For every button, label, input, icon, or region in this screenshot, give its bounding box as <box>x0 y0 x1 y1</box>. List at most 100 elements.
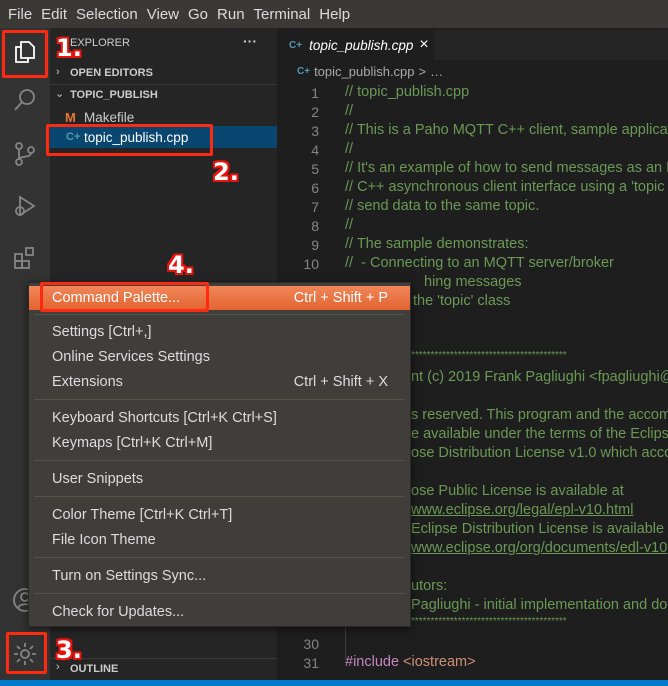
line-number: 2 <box>311 104 319 120</box>
menu-item-file-icon-theme[interactable]: File Icon Theme <box>29 528 410 552</box>
tab-label: topic_publish.cpp <box>309 37 414 53</box>
code-line: // This is a Paho MQTT C++ client, sampl… <box>345 122 668 138</box>
search-icon[interactable] <box>0 76 50 124</box>
item-label: Settings [Ctrl+,] <box>52 324 152 340</box>
annotation-step-4: 4. <box>168 251 194 279</box>
breadcrumb-file[interactable]: topic_publish.cpp <box>314 64 414 79</box>
menu-item-user-snippets[interactable]: User Snippets <box>29 467 410 491</box>
line-number: 1 <box>311 85 319 101</box>
line-number: 4 <box>311 142 319 158</box>
extensions-icon[interactable] <box>0 234 50 282</box>
item-label: Color Theme [Ctrl+K Ctrl+T] <box>52 507 233 523</box>
file-name: Makefile <box>84 109 135 125</box>
code-line: Pagliughi - initial implementation and d… <box>411 597 668 613</box>
open-editors-label: OPEN EDITORS <box>70 67 153 79</box>
annotation-box-explorer <box>2 30 48 78</box>
annotation-box-command-palette <box>40 282 209 312</box>
link-epl[interactable]: www.eclipse.org/legal/epl-v10.html <box>411 502 633 518</box>
item-label: User Snippets <box>52 471 144 487</box>
menu-item-keymaps[interactable]: Keymaps [Ctrl+K Ctrl+M] <box>29 431 410 455</box>
more-actions-icon[interactable]: ··· <box>243 33 257 49</box>
code-line: **************************************** <box>411 616 567 627</box>
open-editors-section[interactable]: › OPEN EDITORS <box>50 64 277 82</box>
breadcrumb-symbol[interactable]: … <box>430 64 443 79</box>
source-control-icon[interactable] <box>0 130 50 178</box>
folder-topic-publish[interactable]: ⌄ TOPIC_PUBLISH <box>50 86 277 104</box>
outline-section[interactable]: › OUTLINE <box>50 660 277 678</box>
code-line: // It's an example of how to send messag… <box>345 160 668 176</box>
menu-selection[interactable]: Selection <box>72 6 143 23</box>
code-line: // C++ asynchronous client interface usi… <box>345 179 665 195</box>
menu-file[interactable]: File <box>4 6 37 23</box>
menu-item-check-updates[interactable]: Check for Updates... <box>29 600 410 624</box>
tab-topic-publish-cpp[interactable]: C+ topic_publish.cpp × <box>277 30 434 60</box>
menu-item-keyboard-shortcuts[interactable]: Keyboard Shortcuts [Ctrl+K Ctrl+S] <box>29 406 410 430</box>
code-line: the 'topic' class <box>413 293 511 309</box>
cpp-file-icon: C+ <box>289 39 303 51</box>
annotation-box-file <box>46 124 213 156</box>
code-line: ose Distribution License v1.0 which acco <box>411 445 668 461</box>
menu-separator <box>34 314 405 315</box>
code-line: **************************************** <box>411 350 567 361</box>
menu-separator <box>34 399 405 400</box>
annotation-step-1: 1. <box>56 34 82 62</box>
chevron-right-icon: › <box>56 66 60 78</box>
breadcrumb-separator: > <box>418 64 427 79</box>
item-label: Online Services Settings <box>52 349 210 365</box>
makefile-icon: M <box>65 109 76 125</box>
item-label: Check for Updates... <box>52 604 185 620</box>
chevron-down-icon: ⌄ <box>55 88 65 100</box>
line-number: 30 <box>303 636 319 652</box>
menu-item-online-services-settings[interactable]: Online Services Settings <box>29 345 410 369</box>
code-line: // - Connecting to an MQTT server/broker <box>345 255 614 271</box>
divider <box>50 84 277 85</box>
menu-help[interactable]: Help <box>315 6 355 23</box>
manage-context-menu: Command Palette... Ctrl + Shift + P Setti… <box>28 282 411 627</box>
status-bar <box>0 680 668 686</box>
line-number: 9 <box>311 237 319 253</box>
item-label: File Icon Theme <box>52 532 156 548</box>
code-line: utors: <box>411 578 448 594</box>
link-edl[interactable]: www.eclipse.org/org/documents/edl-v10 <box>411 540 667 556</box>
annotation-box-gear <box>6 632 47 674</box>
item-label: Keyboard Shortcuts [Ctrl+K Ctrl+S] <box>52 410 277 426</box>
code-line: hing messages <box>424 274 522 290</box>
menu-item-extensions[interactable]: Extensions Ctrl + Shift + X <box>29 370 410 394</box>
menu-view[interactable]: View <box>143 6 184 23</box>
code-line: Eclipse Distribution License is availabl… <box>411 521 665 537</box>
item-label: Extensions <box>52 374 123 390</box>
menu-separator <box>34 593 405 594</box>
menu-terminal[interactable]: Terminal <box>250 6 316 23</box>
menu-item-settings[interactable]: Settings [Ctrl+,] <box>29 320 410 344</box>
item-label: Turn on Settings Sync... <box>52 568 207 584</box>
line-number: 8 <box>311 218 319 234</box>
code-line: // <box>345 217 354 233</box>
line-number: 6 <box>311 180 319 196</box>
code-line: nt (c) 2019 Frank Pagliughi <fpagliughi@ <box>411 369 668 385</box>
menu-run[interactable]: Run <box>213 6 250 23</box>
code-line: e available under the terms of the Eclip… <box>411 426 668 442</box>
code-line: #include <iostream> <box>345 654 476 670</box>
menu-item-settings-sync[interactable]: Turn on Settings Sync... <box>29 564 410 588</box>
run-debug-icon[interactable] <box>0 182 50 230</box>
folder-label: TOPIC_PUBLISH <box>70 89 158 101</box>
menu-go[interactable]: Go <box>184 6 213 23</box>
annotation-step-3: 3. <box>56 636 82 664</box>
menu-item-color-theme[interactable]: Color Theme [Ctrl+K Ctrl+T] <box>29 503 410 527</box>
item-label: Keymaps [Ctrl+K Ctrl+M] <box>52 435 213 451</box>
code-line: // topic_publish.cpp <box>345 84 470 100</box>
code-line: // <box>345 103 354 119</box>
include-header: <iostream> <box>403 654 476 670</box>
code-line: ose Public License is available at <box>411 483 624 499</box>
line-number: 5 <box>311 161 319 177</box>
menu-separator <box>34 460 405 461</box>
menu-edit[interactable]: Edit <box>37 6 72 23</box>
line-number: 3 <box>311 123 319 139</box>
close-tab-icon[interactable]: × <box>419 36 428 54</box>
code-line: // send data to the same topic. <box>345 198 540 214</box>
code-line: // <box>345 141 354 157</box>
code-line: s reserved. This program and the accom <box>411 407 668 423</box>
code-line: // The sample demonstrates: <box>345 236 529 252</box>
item-shortcut: Ctrl + Shift + X <box>293 374 388 390</box>
line-number: 31 <box>303 655 319 671</box>
